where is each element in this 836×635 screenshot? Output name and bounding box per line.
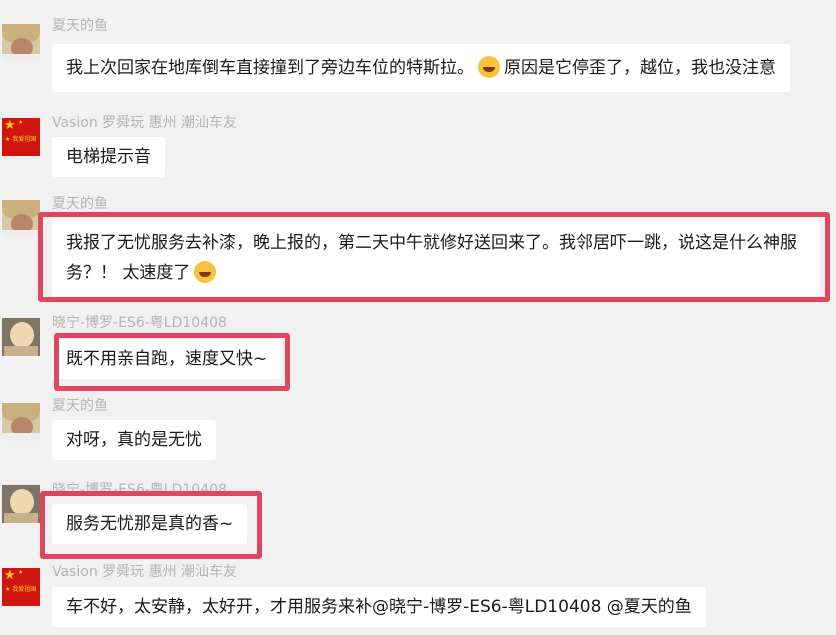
avatar[interactable] bbox=[2, 318, 40, 356]
avatar[interactable] bbox=[2, 485, 40, 523]
crying-laughing-emoji-icon bbox=[478, 56, 500, 78]
highlight-box bbox=[40, 491, 262, 559]
message-bubble: 我上次回家在地库倒车直接撞到了旁边车位的特斯拉。 原因是它停歪了，越位，我也没注意 bbox=[52, 44, 790, 92]
avatar-text: ★ 我爱祖国 bbox=[5, 136, 37, 143]
star-icon: ★ bbox=[4, 118, 16, 133]
sender-name: Vasion 罗舜玩 惠州 潮汕车友 bbox=[52, 115, 238, 131]
avatar[interactable] bbox=[2, 24, 40, 62]
sender-name: 晓宁-博罗-ES6-粤LD10408 bbox=[52, 315, 227, 331]
sender-name: 夏天的鱼 bbox=[52, 18, 108, 34]
avatar[interactable]: ★ ★ ★ 我爱祖国 bbox=[2, 118, 40, 156]
highlight-box bbox=[38, 212, 830, 302]
avatar[interactable]: ★ ★ ★ 我爱祖国 bbox=[2, 568, 40, 606]
message-text-continued: 原因是它停歪了，越位，我也没注意 bbox=[504, 58, 776, 78]
avatar-text: ★ 我爱祖国 bbox=[5, 586, 37, 593]
sender-name: 夏天的鱼 bbox=[52, 398, 108, 414]
message-bubble: 车不好，太安静，太好开，才用服务来补@晓宁-博罗-ES6-粤LD10408 @夏… bbox=[52, 587, 706, 627]
message-bubble: 对呀，真的是无忧 bbox=[52, 420, 216, 460]
sender-name: 夏天的鱼 bbox=[52, 196, 108, 212]
message-text: 我上次回家在地库倒车直接撞到了旁边车位的特斯拉。 bbox=[66, 58, 474, 78]
avatar[interactable] bbox=[2, 200, 40, 238]
star-icon: ★ bbox=[4, 568, 16, 583]
avatar[interactable] bbox=[2, 403, 40, 441]
sender-name: Vasion 罗舜玩 惠州 潮汕车友 bbox=[52, 564, 238, 580]
small-star-icon: ★ bbox=[18, 119, 24, 126]
message-bubble: 电梯提示音 bbox=[52, 137, 165, 177]
highlight-box bbox=[54, 333, 290, 391]
small-star-icon: ★ bbox=[18, 569, 24, 576]
